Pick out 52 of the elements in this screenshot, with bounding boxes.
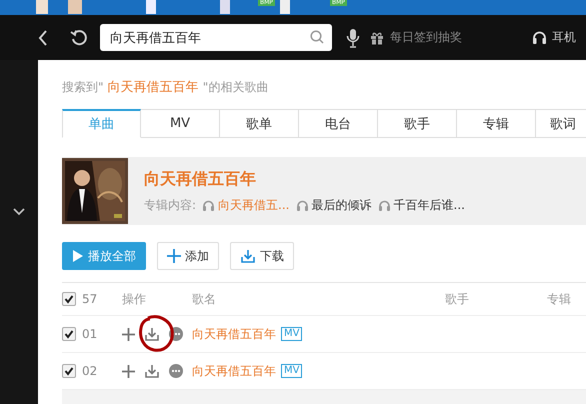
plus-icon[interactable]	[122, 364, 135, 378]
album-track-link[interactable]: 最后的倾诉	[312, 196, 372, 214]
add-button[interactable]: 添加	[157, 242, 219, 270]
download-icon[interactable]	[144, 326, 160, 342]
download-button[interactable]: 下载	[230, 242, 294, 270]
app-thumbnail-icon[interactable]	[146, 0, 156, 14]
checkbox[interactable]	[62, 364, 76, 378]
album-track-link[interactable]: 千百年后谁...	[394, 196, 465, 214]
checkbox[interactable]	[62, 327, 76, 341]
download-icon[interactable]	[144, 363, 160, 379]
search-result-text: 搜索到" 向天再借五百年 "的相关歌曲	[62, 79, 270, 96]
tab[interactable]: 歌手	[378, 109, 457, 138]
app-thumbnail-icon[interactable]	[280, 0, 290, 14]
checkmark-icon	[64, 329, 74, 339]
microphone-icon[interactable]	[346, 28, 360, 48]
headphone-icon	[202, 199, 216, 211]
download-icon	[240, 248, 256, 264]
album-content-label: 专辑内容:	[144, 196, 196, 214]
column-header: 操作	[122, 290, 147, 308]
plus-icon	[167, 249, 181, 263]
track-number: 02	[82, 364, 98, 378]
checkmark-icon	[64, 366, 74, 376]
column-header: 歌手	[445, 290, 470, 308]
back-icon[interactable]	[38, 30, 48, 46]
tab[interactable]: 电台	[299, 109, 378, 138]
track-number: 01	[82, 327, 98, 341]
app-thumbnail-icon[interactable]	[36, 0, 48, 14]
column-header: 歌名	[192, 290, 217, 308]
search-icon[interactable]	[310, 30, 324, 44]
play-icon	[72, 249, 84, 263]
more-icon[interactable]	[169, 364, 183, 378]
tab[interactable]: 歌词	[536, 109, 586, 138]
device-label[interactable]: 耳机	[552, 29, 576, 46]
column-header: 专辑	[547, 290, 571, 308]
headphone-icon[interactable]	[532, 30, 547, 45]
plus-icon[interactable]	[122, 328, 135, 340]
checkmark-icon	[64, 294, 74, 304]
tab[interactable]: MV	[141, 109, 220, 138]
tab[interactable]: 歌单	[220, 109, 299, 138]
gift-icon[interactable]	[370, 30, 384, 44]
refresh-icon[interactable]	[70, 28, 88, 46]
checkbox[interactable]	[62, 292, 76, 306]
headphone-icon	[296, 199, 308, 211]
headphone-icon	[378, 199, 390, 211]
more-icon[interactable]	[169, 327, 183, 341]
search-field[interactable]: 向天再借五百年	[100, 24, 332, 51]
checkin-link[interactable]: 每日签到抽奖	[390, 29, 462, 46]
track-count: 57	[82, 292, 98, 306]
app-thumbnail-icon[interactable]	[220, 0, 230, 14]
chevron-down-icon[interactable]	[13, 208, 25, 216]
app-thumbnail-icon[interactable]	[68, 0, 82, 14]
tab[interactable]: 专辑	[457, 109, 536, 138]
